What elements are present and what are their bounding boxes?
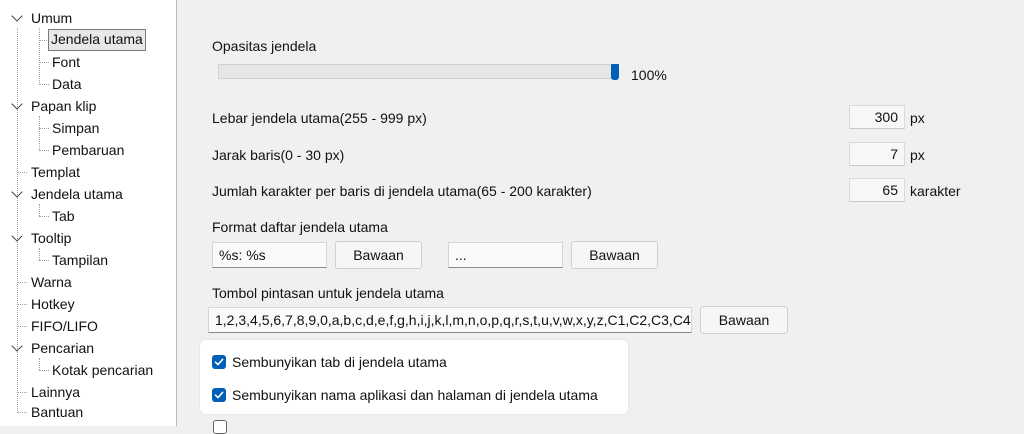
- settings-window: Umum Jendela utama Font Data Papan klip …: [0, 0, 1024, 434]
- chevron-down-icon[interactable]: [11, 230, 23, 242]
- shortcut-default-button[interactable]: Bawaan: [700, 306, 788, 334]
- tree-item-pencarian[interactable]: Pencarian: [31, 338, 94, 358]
- tree-item-warna[interactable]: Warna: [31, 272, 72, 292]
- tree-item-pembaruan[interactable]: Pembaruan: [52, 140, 124, 160]
- tree-item-font[interactable]: Font: [52, 52, 80, 72]
- tree-item-templat[interactable]: Templat: [31, 162, 80, 182]
- tree-item-lainnya[interactable]: Lainnya: [31, 382, 80, 402]
- list-format-input-1[interactable]: %s: %s: [212, 242, 327, 268]
- chars-per-line-input[interactable]: 65: [849, 178, 905, 202]
- shortcut-label: Tombol pintasan untuk jendela utama: [212, 285, 444, 301]
- check-icon: [214, 391, 224, 399]
- opacity-label: Opasitas jendela: [212, 38, 317, 54]
- list-format-default-button-2[interactable]: Bawaan: [571, 241, 658, 269]
- line-spacing-label: Jarak baris(0 - 30 px): [212, 147, 345, 163]
- check-icon: [214, 358, 224, 366]
- tree-item-kotak-pencarian[interactable]: Kotak pencarian: [52, 360, 153, 380]
- chevron-down-icon[interactable]: [11, 340, 23, 352]
- list-format-default-button-1[interactable]: Bawaan: [335, 241, 422, 269]
- chevron-down-icon[interactable]: [11, 186, 23, 198]
- opacity-value: 100%: [631, 67, 667, 83]
- chevron-down-icon[interactable]: [11, 98, 23, 110]
- list-format-input-2[interactable]: ...: [448, 242, 563, 268]
- tree-item-jendela-utama[interactable]: Jendela utama: [31, 184, 123, 204]
- tree-item-tampilan[interactable]: Tampilan: [52, 250, 108, 270]
- hide-app-name-checkbox-row[interactable]: Sembunyikan nama aplikasi dan halaman di…: [212, 385, 622, 407]
- tree-item-umum[interactable]: Umum: [31, 8, 72, 28]
- tree-item-tab[interactable]: Tab: [52, 206, 75, 226]
- width-label: Lebar jendela utama(255 - 999 px): [212, 110, 427, 126]
- chevron-down-icon[interactable]: [11, 10, 23, 22]
- tree-item-jendela-utama-selected[interactable]: Jendela utama: [48, 29, 146, 51]
- line-spacing-unit: px: [910, 147, 925, 163]
- list-format-label: Format daftar jendela utama: [212, 219, 388, 235]
- chars-per-line-label: Jumlah karakter per baris di jendela uta…: [212, 183, 592, 199]
- hide-tab-checkbox-row[interactable]: Sembunyikan tab di jendela utama: [212, 352, 612, 374]
- tree-item-hotkey[interactable]: Hotkey: [31, 294, 75, 314]
- tree-item-data[interactable]: Data: [52, 74, 82, 94]
- hide-tab-label: Sembunyikan tab di jendela utama: [232, 354, 447, 370]
- line-spacing-input[interactable]: 7: [849, 142, 905, 166]
- tree-item-papan-klip[interactable]: Papan klip: [31, 96, 96, 116]
- settings-tree: Umum Jendela utama Font Data Papan klip …: [0, 0, 177, 426]
- width-unit: px: [910, 110, 925, 126]
- hide-app-name-label: Sembunyikan nama aplikasi dan halaman di…: [232, 387, 598, 403]
- opacity-slider[interactable]: [218, 64, 619, 80]
- checkbox-group: Sembunyikan tab di jendela utama Sembuny…: [200, 340, 628, 414]
- opacity-slider-thumb[interactable]: [611, 64, 619, 80]
- tree-item-simpan[interactable]: Simpan: [52, 118, 99, 138]
- hide-tab-checkbox[interactable]: [212, 355, 226, 369]
- hide-app-name-checkbox[interactable]: [212, 388, 226, 402]
- width-input[interactable]: 300: [849, 105, 905, 129]
- shortcut-input[interactable]: 1,2,3,4,5,6,7,8,9,0,a,b,c,d,e,f,g,h,i,j,…: [208, 307, 692, 333]
- tree-item-bantuan[interactable]: Bantuan: [31, 402, 83, 422]
- chars-per-line-unit: karakter: [910, 183, 961, 199]
- tree-item-tooltip[interactable]: Tooltip: [31, 228, 71, 248]
- tree-item-fifo-lifo[interactable]: FIFO/LIFO: [31, 316, 98, 336]
- next-checkbox[interactable]: [213, 420, 227, 434]
